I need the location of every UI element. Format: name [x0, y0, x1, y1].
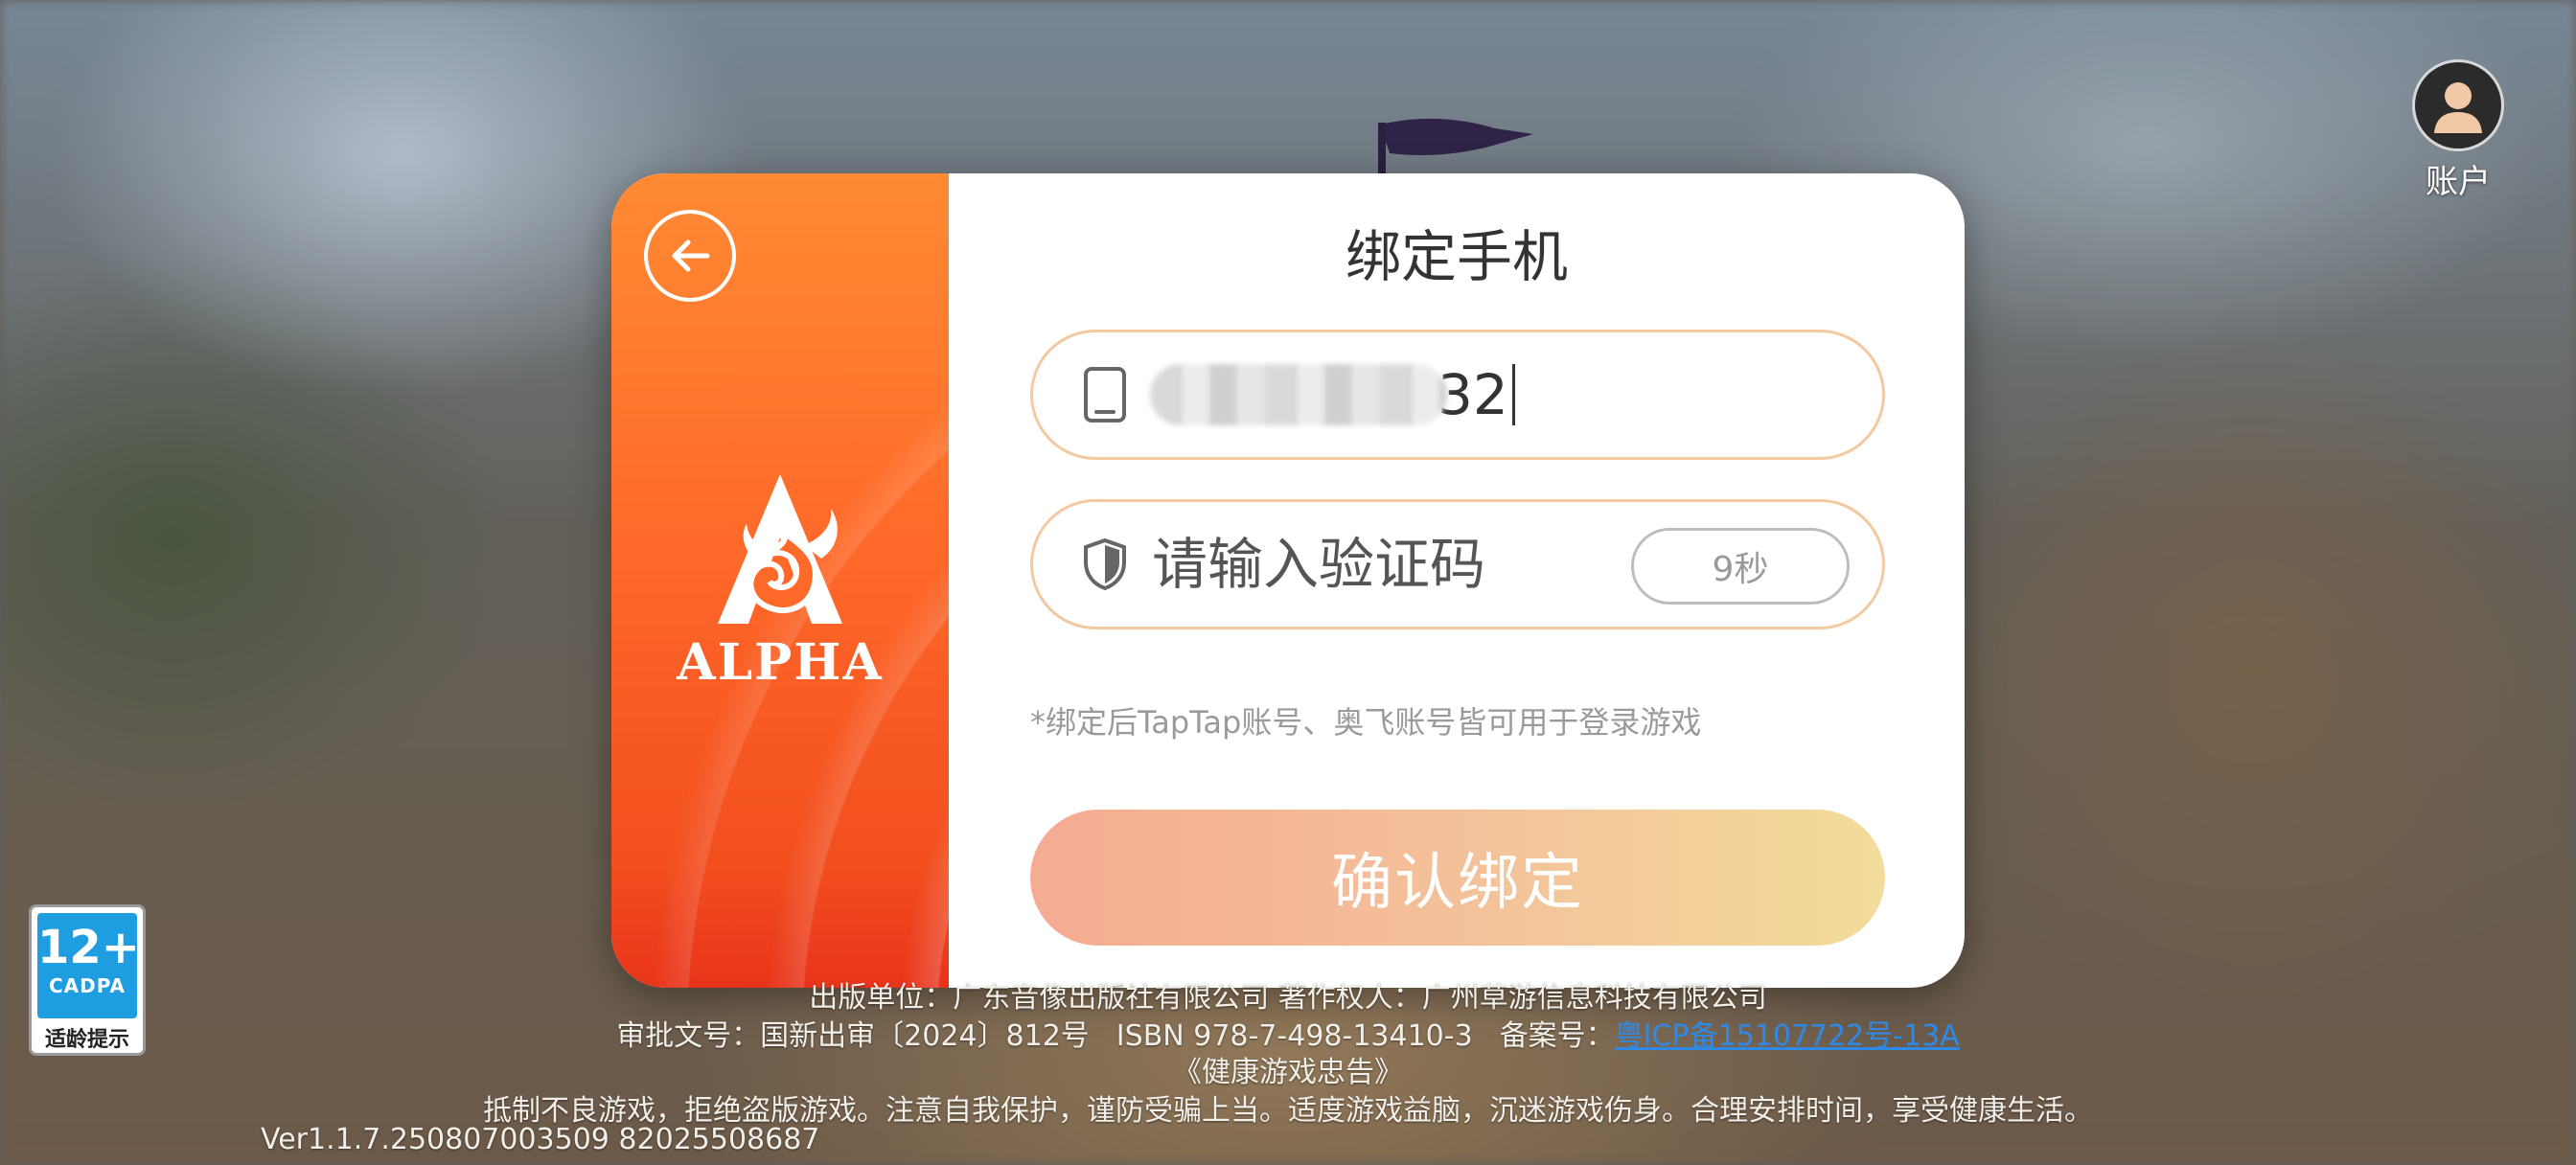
- bind-phone-dialog: ALPHA 绑定手机 32 请输入验证码 9秒 *绑定后TapTap账号、奥飞账…: [611, 173, 1965, 988]
- logo-text: ALPHA: [677, 633, 884, 692]
- phone-icon: [1081, 366, 1129, 423]
- age-rating-number: 12+: [37, 921, 141, 974]
- alpha-flame-logo-icon: [718, 474, 842, 624]
- account-button[interactable]: 账户: [2410, 59, 2506, 202]
- confirm-bind-button[interactable]: 确认绑定: [1030, 810, 1885, 946]
- masked-phone-digits: [1150, 364, 1447, 425]
- phone-value[interactable]: 32: [1150, 362, 1515, 427]
- dialog-form-panel: 绑定手机 32 9秒 *: [949, 173, 1965, 988]
- resend-countdown-button[interactable]: 9秒: [1631, 528, 1850, 605]
- version-info: Ver1.1.7.250807003509 82025508687: [261, 1123, 820, 1156]
- dialog-title: 绑定手机: [1345, 224, 1568, 289]
- alpha-logo: ALPHA: [667, 470, 893, 692]
- account-label: 账户: [2426, 163, 2491, 201]
- back-arrow-icon: [672, 240, 710, 272]
- user-avatar-icon: [2412, 59, 2504, 151]
- bind-hint-text: *绑定后TapTap账号、奥飞账号皆可用于登录游戏: [1030, 704, 1702, 741]
- verification-code-input[interactable]: [1150, 531, 1652, 598]
- phone-field[interactable]: 32: [1030, 330, 1885, 460]
- verification-code-field[interactable]: 9秒: [1030, 499, 1885, 629]
- banner-flag-icon: [1378, 118, 1533, 182]
- back-button[interactable]: [644, 210, 736, 302]
- dialog-brand-panel: ALPHA: [611, 173, 949, 988]
- publisher-info: 出版单位：广东音像出版社有限公司 著作权人：广州草游信息科技有限公司: [809, 981, 1767, 1015]
- health-advice-title: 《健康游戏忠告》: [1173, 1056, 1403, 1089]
- phone-visible-digits: 32: [1438, 362, 1508, 427]
- shield-icon: [1081, 536, 1129, 593]
- text-caret: [1511, 364, 1515, 425]
